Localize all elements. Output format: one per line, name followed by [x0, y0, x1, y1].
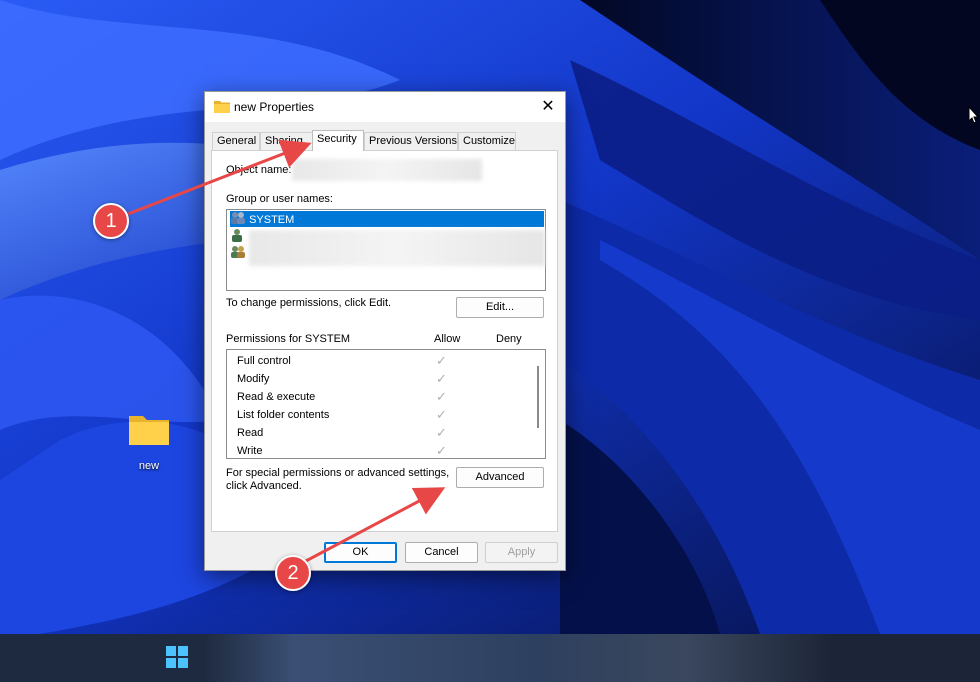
- permission-row: List folder contents ✓: [237, 407, 537, 425]
- desktop-folder-label: new: [138, 460, 160, 472]
- tab-sharing[interactable]: Sharing: [260, 132, 314, 150]
- folder-icon: [128, 412, 170, 446]
- step-2-badge: 2: [275, 555, 311, 591]
- permission-row: Read & execute ✓: [237, 389, 537, 407]
- click-advanced-text: click Advanced.: [226, 480, 302, 492]
- permission-name: Write: [237, 445, 263, 457]
- permission-row: Read ✓: [237, 425, 537, 443]
- allow-check-icon: ✓: [436, 353, 447, 368]
- group-user-list[interactable]: SYSTEM: [226, 209, 546, 291]
- folder-icon: [214, 101, 230, 113]
- mouse-cursor-icon: [968, 106, 980, 124]
- security-tab-panel: Object name: Group or user names: SYSTEM: [211, 150, 558, 532]
- step-1-badge: 1: [93, 203, 129, 239]
- permission-row: Full control ✓: [237, 353, 537, 371]
- dialog-title: new Properties: [234, 100, 315, 114]
- tab-security[interactable]: Security: [312, 130, 364, 151]
- permission-row: Modify ✓: [237, 371, 537, 389]
- users-group-icon: [231, 246, 245, 258]
- change-permissions-text: To change permissions, click Edit.: [226, 297, 392, 309]
- allow-check-icon: ✓: [436, 389, 447, 404]
- allow-check-icon: ✓: [436, 371, 447, 386]
- allow-column-header: Allow: [434, 333, 461, 345]
- allow-check-icon: ✓: [436, 407, 447, 422]
- properties-dialog: new Properties ✕ General Sharing Securit…: [204, 91, 566, 571]
- windows-start-icon[interactable]: [166, 646, 188, 668]
- permissions-for-label: Permissions for SYSTEM: [226, 333, 351, 345]
- taskbar: [0, 634, 980, 682]
- permission-name: Full control: [237, 355, 291, 367]
- user-row-3[interactable]: [230, 245, 246, 261]
- allow-check-icon: ✓: [436, 443, 447, 458]
- users-group-icon: [231, 212, 245, 224]
- permissions-list[interactable]: Full control ✓ Modify ✓ Read & execute ✓…: [226, 349, 546, 459]
- allow-check-icon: ✓: [436, 425, 447, 440]
- user-icon: [232, 229, 242, 242]
- tab-previous-versions[interactable]: Previous Versions: [364, 132, 458, 150]
- permission-name: Read: [237, 427, 264, 439]
- permission-row: Write ✓: [237, 443, 537, 458]
- user-names-redacted: [249, 230, 545, 266]
- advanced-button[interactable]: Advanced: [456, 467, 544, 488]
- permission-name: List folder contents: [237, 409, 330, 421]
- apply-button[interactable]: Apply: [485, 542, 558, 563]
- tab-customize[interactable]: Customize: [458, 132, 516, 150]
- dialog-titlebar[interactable]: new Properties ✕: [205, 92, 565, 122]
- group-user-names-label: Group or user names:: [226, 193, 333, 205]
- special-permissions-text: For special permissions or advanced sett…: [226, 467, 450, 479]
- close-icon[interactable]: ✕: [539, 98, 557, 116]
- user-row-2[interactable]: [230, 228, 244, 244]
- user-name-system: SYSTEM: [249, 214, 295, 226]
- cancel-button[interactable]: Cancel: [405, 542, 478, 563]
- desktop-folder-new[interactable]: new: [118, 412, 180, 472]
- ok-button[interactable]: OK: [324, 542, 397, 563]
- deny-column-header: Deny: [496, 333, 522, 345]
- user-row-system[interactable]: SYSTEM: [230, 211, 544, 227]
- edit-button[interactable]: Edit...: [456, 297, 544, 318]
- permission-name: Modify: [237, 373, 270, 385]
- permissions-scrollbar[interactable]: [537, 366, 539, 428]
- tab-general[interactable]: General: [212, 132, 260, 150]
- permission-name: Read & execute: [237, 391, 316, 403]
- object-name-label: Object name:: [226, 164, 292, 176]
- object-name-value-redacted: [292, 159, 482, 181]
